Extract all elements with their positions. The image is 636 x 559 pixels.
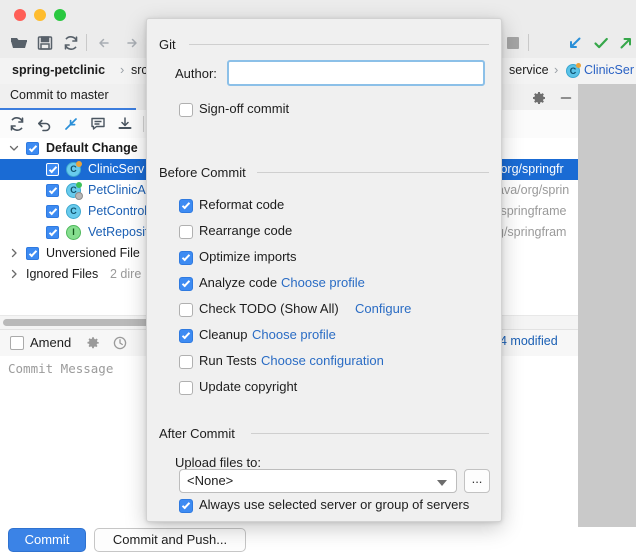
file-name: ClinicServ [88, 162, 145, 176]
file-path: g/springfram [497, 225, 567, 239]
update-project-icon[interactable] [566, 34, 584, 52]
class-added-icon: C [66, 182, 83, 200]
class-icon: C [66, 204, 81, 219]
run-tests-link[interactable]: Choose configuration [261, 353, 384, 368]
signoff-commit-checkbox[interactable] [179, 103, 193, 117]
class-file-icon: C [566, 63, 581, 78]
commit-and-push-button[interactable]: Commit and Push... [94, 528, 246, 552]
commit-message-placeholder: Commit Message [8, 361, 114, 376]
optimize-imports-label: Optimize imports [199, 249, 297, 264]
group-title-git: Git [159, 37, 182, 52]
breadcrumb-item-project[interactable]: spring-petclinic [12, 63, 105, 77]
analyze-code-checkbox[interactable] [179, 277, 193, 291]
always-use-server-checkbox[interactable] [179, 499, 193, 513]
amend-checkbox[interactable] [10, 336, 24, 350]
commit-button[interactable]: Commit [8, 528, 86, 552]
tab-commit-to-master[interactable]: Commit to master [10, 88, 109, 102]
cleanup-link[interactable]: Choose profile [252, 327, 336, 342]
cleanup-checkbox[interactable] [179, 329, 193, 343]
ignored-files-count: 2 dire [110, 267, 142, 281]
always-use-server-label: Always use selected server or group of s… [199, 497, 470, 512]
changelist-name: Default Change [46, 141, 138, 155]
class-modified-icon: C [66, 161, 82, 177]
right-gutter [578, 84, 636, 527]
window-zoom-button[interactable] [54, 9, 66, 21]
group-title-after-commit: After Commit [159, 426, 241, 441]
collapse-icon[interactable] [62, 115, 80, 133]
analyze-code-label: Analyze code [199, 275, 278, 290]
sync-icon[interactable] [62, 34, 80, 52]
analyze-code-link[interactable]: Choose profile [281, 275, 365, 290]
breadcrumb-separator-3: › [554, 62, 559, 77]
refresh-icon[interactable] [8, 115, 26, 133]
row-checkbox[interactable] [46, 163, 59, 176]
stop-icon[interactable] [504, 34, 522, 52]
row-checkbox[interactable] [46, 226, 59, 239]
open-folder-icon[interactable] [10, 34, 28, 52]
history-icon[interactable] [112, 335, 128, 351]
optimize-imports-checkbox[interactable] [179, 251, 193, 265]
chevron-right-icon[interactable] [8, 247, 20, 259]
file-path: /org/springfr [497, 162, 564, 176]
browse-servers-button[interactable]: ... [464, 469, 490, 493]
signoff-commit-label: Sign-off commit [199, 101, 290, 116]
amend-label: Amend [30, 335, 72, 350]
chevron-down-icon[interactable] [437, 480, 447, 486]
back-arrow-icon[interactable] [96, 34, 114, 52]
gear-icon[interactable] [85, 335, 101, 351]
window-minimize-button[interactable] [34, 9, 46, 21]
rearrange-code-checkbox[interactable] [179, 225, 193, 239]
modified-count-label: 4 modified [500, 334, 558, 348]
file-path: ava/org/sprin [497, 183, 570, 197]
rearrange-code-label: Rearrange code [199, 223, 293, 238]
row-checkbox[interactable] [46, 184, 59, 197]
group-title-before-commit: Before Commit [159, 165, 252, 180]
file-name: PetClinicA [88, 183, 146, 197]
rollback-icon[interactable] [35, 115, 53, 133]
row-checkbox[interactable] [46, 205, 59, 218]
update-copyright-label: Update copyright [199, 379, 298, 394]
author-label: Author: [175, 66, 217, 81]
diff-icon[interactable] [89, 115, 107, 133]
breadcrumb-item-class[interactable]: ClinicSer [584, 63, 634, 77]
ignored-files-label: Ignored Files [26, 267, 99, 281]
cleanup-label: Cleanup [199, 327, 248, 342]
check-todo-label: Check TODO (Show All) [199, 301, 339, 316]
commit-check-icon[interactable] [592, 34, 610, 52]
check-todo-link[interactable]: Configure [355, 301, 411, 316]
run-tests-checkbox[interactable] [179, 355, 193, 369]
shelve-icon[interactable] [116, 115, 134, 133]
upload-server-select[interactable]: <None> [179, 469, 457, 493]
file-name: PetControl [88, 204, 148, 218]
unversioned-files-label: Unversioned File [46, 246, 140, 260]
chevron-down-icon[interactable] [8, 142, 20, 154]
minimize-icon[interactable] [558, 90, 574, 106]
gear-icon[interactable] [531, 90, 547, 106]
commit-options-dialog: Git Author: Sign-off commit Before Commi… [146, 18, 502, 522]
reformat-code-checkbox[interactable] [179, 199, 193, 213]
file-name: VetReposit [88, 225, 149, 239]
push-arrow-icon[interactable] [617, 34, 635, 52]
file-path: /springframe [497, 204, 567, 218]
save-icon[interactable] [36, 34, 54, 52]
breadcrumb-separator: › [120, 62, 125, 77]
row-checkbox[interactable] [26, 142, 39, 155]
window-close-button[interactable] [14, 9, 26, 21]
author-field[interactable] [227, 60, 485, 86]
forward-arrow-icon[interactable] [122, 34, 140, 52]
reformat-code-label: Reformat code [199, 197, 285, 212]
breadcrumb-item-service[interactable]: service [509, 63, 549, 77]
interface-icon: I [66, 225, 81, 240]
screenshot-root: Git: spring-petclinic › src › service › … [0, 0, 636, 559]
check-todo-checkbox[interactable] [179, 303, 193, 317]
run-tests-label: Run Tests [199, 353, 257, 368]
row-checkbox[interactable] [26, 247, 39, 260]
upload-files-label: Upload files to: [175, 455, 261, 470]
update-copyright-checkbox[interactable] [179, 381, 193, 395]
chevron-right-icon[interactable] [8, 268, 20, 280]
upload-server-value: <None> [187, 473, 234, 488]
